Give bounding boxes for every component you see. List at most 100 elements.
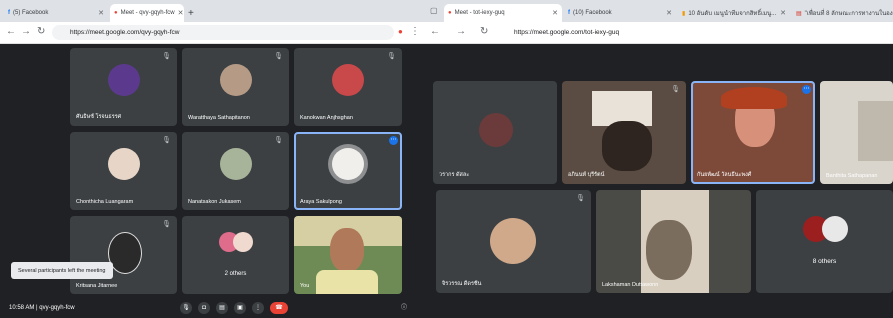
participant-tile[interactable]: 🎙 Kritsana Jitarnee — [70, 216, 177, 294]
meet-icon: ● — [448, 10, 452, 16]
face — [330, 228, 364, 272]
tab-strip: f (5) Facebook ✕ ● Meet - qvy-gqyh-fcw ✕… — [0, 0, 424, 22]
participant-tile-speaking[interactable]: ⋯ Araya Sakulpong — [294, 132, 402, 210]
participant-name: วรากร ดัสละ — [439, 172, 470, 178]
left-browser-window: f (5) Facebook ✕ ● Meet - qvy-gqyh-fcw ✕… — [0, 0, 424, 318]
end-call-button[interactable]: ☎ — [270, 302, 288, 314]
tab-label: 10 อันดับ เมนูนำทีมจากสิทธิ์เมนู... — [688, 11, 777, 17]
participant-tile-others[interactable]: 2 others — [182, 216, 289, 294]
participant-video-tile-speaking[interactable]: ⋯ กันยพัฒน์ วัลนธีนะพงศ์ — [691, 81, 815, 184]
address-bar[interactable]: https://meet.google.com/tot-iexy-guq — [496, 25, 893, 40]
reload-icon[interactable]: ↻ — [480, 26, 488, 38]
close-icon[interactable]: ✕ — [666, 9, 672, 17]
tab-label: "เพื่อนที่ 8 ลักษณะการทางานในองค์... — [804, 11, 893, 17]
doc-icon: ▤ — [796, 10, 802, 17]
menu-icon[interactable]: ⋮ — [410, 26, 420, 38]
avatar — [479, 113, 513, 147]
participant-name: อภินนท์ บุรีรัตน์ — [568, 172, 605, 178]
avatar — [822, 216, 848, 242]
face — [646, 220, 692, 280]
participant-video-tile[interactable]: Lakshaman Duttawonn — [596, 190, 751, 293]
close-icon[interactable]: ✕ — [780, 9, 786, 17]
meeting-time-code: 10:58 AM | qvy-gqyh-fcw — [9, 305, 75, 311]
participant-tile[interactable]: 🎙 จิรวรรณ ดีดรชีน — [436, 190, 591, 293]
participant-name: Banthita Sathapanan — [826, 173, 878, 179]
browser-toolbar: ← → ↻ https://meet.google.com/tot-iexy-g… — [424, 22, 893, 44]
more-options-icon[interactable]: ⋮ — [252, 302, 264, 314]
avatar — [233, 232, 253, 252]
mic-off-icon: 🎙 — [162, 53, 171, 60]
back-icon[interactable]: ← — [430, 26, 440, 38]
avatar — [332, 148, 364, 180]
camera-icon[interactable]: ◘ — [198, 302, 210, 314]
mic-off-icon: 🎙 — [162, 221, 171, 228]
audio-indicator-icon: ⋯ — [389, 136, 398, 145]
participant-video-tile[interactable]: Banthita Sathapanan — [820, 81, 893, 184]
participant-name: Lakshaman Duttawonn — [602, 282, 659, 288]
window-icon: ▢ — [430, 6, 438, 15]
reload-icon[interactable]: ↻ — [37, 26, 45, 38]
new-tab-button[interactable]: + — [184, 4, 198, 22]
tab-facebook[interactable]: f (5) Facebook ✕ — [4, 4, 108, 22]
tab-meet[interactable]: ● Meet - tot-iexy-guq ✕ — [444, 4, 562, 22]
participant-name: Chonthicha Luangaram — [76, 199, 134, 205]
tab-facebook[interactable]: f (10) Facebook ✕ — [564, 4, 676, 22]
avatar — [220, 148, 252, 180]
others-count: 2 others — [224, 271, 247, 277]
notification-toast: Several participants left the meeting — [11, 262, 113, 279]
participant-tile[interactable]: 🎙 Kanokwan Anjhsghan — [294, 48, 402, 126]
address-bar[interactable]: https://meet.google.com/qvy-gqyh-fcw — [52, 25, 394, 40]
self-video-tile[interactable]: ⋯ You — [294, 216, 402, 294]
back-icon[interactable]: ← — [6, 26, 16, 38]
close-icon[interactable]: ✕ — [98, 9, 104, 17]
participant-tile[interactable]: 🎙 Chonthicha Luangaram — [70, 132, 177, 210]
participant-tile[interactable]: วรากร ดัสละ — [433, 81, 557, 184]
avatar — [490, 218, 536, 264]
tab-label: Meet - qvy-gqyh-fcw — [120, 10, 175, 16]
participant-video-tile[interactable]: 🎙 อภินนท์ บุรีรัตน์ — [562, 81, 686, 184]
participant-tile[interactable]: 🎙 Waratthaya Sathapitanon — [182, 48, 289, 126]
participant-name: ศันธิษช์ โรจนธรรศ — [76, 114, 122, 120]
participant-name: Nanatsakon Jukasem — [188, 199, 241, 205]
meeting-controls-bar — [424, 296, 893, 318]
browser-toolbar: ← → ↻ https://meet.google.com/qvy-gqyh-f… — [0, 22, 424, 44]
participant-name: จิรวรรณ ดีดรชีน — [442, 281, 482, 287]
avatar — [108, 64, 140, 96]
participant-tile-others[interactable]: 8 others — [756, 190, 893, 293]
extension-icon[interactable]: ● — [398, 26, 403, 38]
participant-tile[interactable]: 🎙 Nanatsakon Jukasem — [182, 132, 289, 210]
facebook-icon: f — [568, 10, 570, 16]
participant-tile[interactable]: 🎙 ศันธิษช์ โรจนธรรศ — [70, 48, 177, 126]
forward-icon[interactable]: → — [456, 26, 466, 38]
facebook-icon: f — [8, 10, 10, 16]
tab-meet[interactable]: ● Meet - qvy-gqyh-fcw ✕ — [110, 4, 184, 22]
tab-label: (10) Facebook — [573, 10, 612, 16]
captions-icon[interactable]: ▤ — [216, 302, 228, 314]
avatar — [108, 148, 140, 180]
close-icon[interactable]: ✕ — [552, 9, 558, 17]
mic-off-icon: 🎙 — [576, 195, 585, 202]
shirt — [316, 270, 378, 294]
tab-article[interactable]: ▮ 10 อันดับ เมนูนำทีมจากสิทธิ์เมนู... ✕ — [678, 4, 790, 22]
mic-icon[interactable]: 🎙 — [180, 302, 192, 314]
tab-label: (5) Facebook — [13, 10, 49, 16]
others-count: 8 others — [812, 258, 837, 265]
video-dark-shape — [602, 121, 652, 171]
close-icon[interactable]: ✕ — [178, 9, 184, 17]
participant-name: Kanokwan Anjhsghan — [300, 115, 353, 121]
meet-icon: ● — [114, 10, 118, 16]
tab-document[interactable]: ▤ "เพื่อนที่ 8 ลักษณะการทางานในองค์... — [792, 4, 893, 22]
participant-name: You — [300, 283, 310, 289]
tab-strip: ▢ ● Meet - tot-iexy-guq ✕ f (10) Faceboo… — [424, 0, 893, 22]
avatar — [332, 64, 364, 96]
toast-text: Several participants left the meeting — [18, 267, 106, 274]
present-icon[interactable]: ▣ — [234, 302, 246, 314]
info-icon[interactable]: ⓘ — [398, 302, 410, 314]
participant-name: Kritsana Jitarnee — [76, 283, 118, 289]
avatar — [220, 64, 252, 96]
meeting-controls-bar: 10:58 AM | qvy-gqyh-fcw 🎙 ◘ ▤ ▣ ⋮ ☎ ⓘ — [0, 298, 424, 318]
participant-name: Waratthaya Sathapitanon — [188, 115, 250, 121]
orange-icon: ▮ — [682, 10, 686, 17]
forward-icon[interactable]: → — [21, 26, 31, 38]
video-shape — [858, 101, 893, 161]
